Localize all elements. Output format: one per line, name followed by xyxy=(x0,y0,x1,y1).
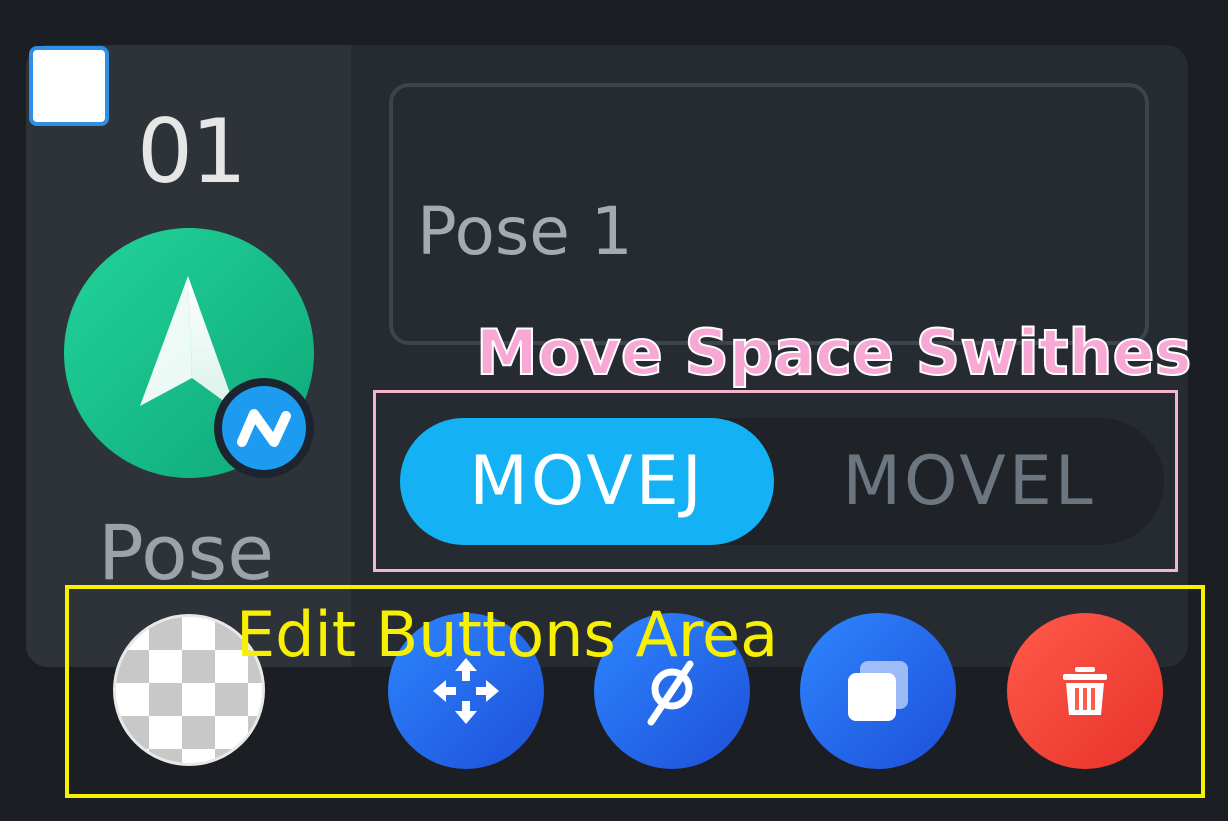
edit-buttons-annotation-label: Edit Buttons Area xyxy=(236,598,779,671)
page: 01 Pose MOVEJ MOVEL Move Space Swithes xyxy=(0,0,1228,821)
move-space-annotation-label: Move Space Swithes xyxy=(475,316,1193,389)
pose-select-checkbox[interactable] xyxy=(29,46,109,126)
pose-index: 01 xyxy=(137,100,247,203)
pose-name-field[interactable] xyxy=(389,83,1149,345)
pose-type-label: Pose xyxy=(98,508,274,597)
waypoint-pose-icon xyxy=(64,228,314,478)
move-space-annotation-box xyxy=(373,390,1178,572)
